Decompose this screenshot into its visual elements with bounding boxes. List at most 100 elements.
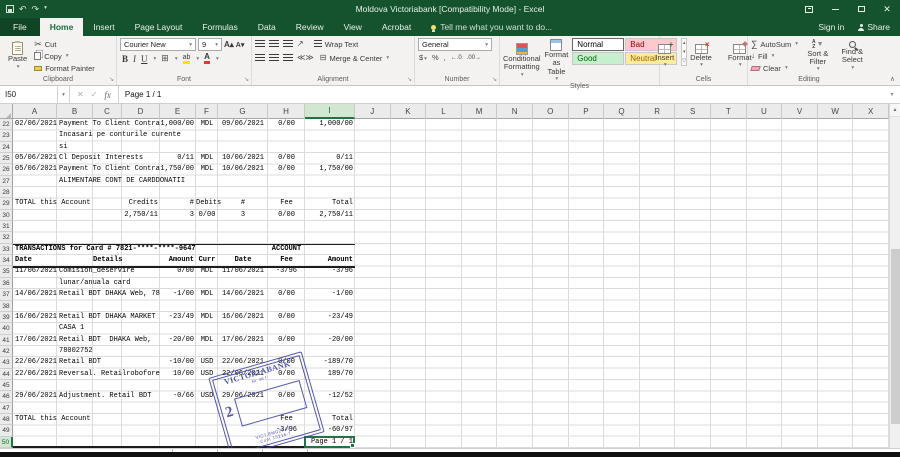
column-header-W[interactable]: W	[818, 104, 854, 119]
column-header-J[interactable]: J	[355, 104, 391, 119]
cell-E46[interactable]: -0/66	[160, 391, 196, 402]
cell-A46[interactable]: 29/06/2021	[13, 391, 57, 402]
cell-B26[interactable]: Payment To Client Contract	[57, 164, 160, 175]
cell-H22[interactable]: 0/00	[268, 119, 305, 130]
save-icon[interactable]	[6, 5, 14, 13]
cell-E43[interactable]: -10/00	[160, 357, 196, 368]
alignment-dialog-launcher[interactable]: ↘	[407, 77, 412, 83]
cell-G39[interactable]: 16/06/2021	[218, 312, 268, 323]
cell-H39[interactable]: 0/00	[268, 312, 305, 323]
font-color-button[interactable]: A	[204, 53, 210, 64]
cell-E44[interactable]: 10/00	[160, 369, 196, 380]
conditional-formatting-button[interactable]: Conditional Formatting ▾	[503, 38, 541, 83]
cell-I43[interactable]: -189/70	[305, 357, 355, 368]
cell-B43[interactable]: Retail BDT	[57, 357, 122, 368]
autosum-button[interactable]: ∑ AutoSum ▾	[751, 38, 798, 50]
cell-B42[interactable]: 78002752	[57, 346, 93, 357]
fill-color-button[interactable]: ab	[182, 54, 191, 64]
cell-E26[interactable]: 1,750/00	[160, 164, 196, 175]
cell-D29[interactable]: Credits	[122, 198, 160, 209]
align-middle-icon[interactable]	[269, 40, 279, 48]
format-painter-button[interactable]: Format Painter	[34, 62, 95, 74]
cell-E39[interactable]: -23/49	[160, 312, 196, 323]
row-header-29[interactable]: 29	[0, 198, 13, 210]
row-header-35[interactable]: 35	[0, 266, 13, 278]
font-name-select[interactable]: Courier New ▾	[120, 38, 196, 51]
underline-button[interactable]: U	[141, 54, 148, 64]
tab-formulas[interactable]: Formulas	[192, 18, 247, 36]
active-cell-selection[interactable]	[304, 435, 355, 448]
vertical-scrollbar[interactable]: ▲	[889, 104, 900, 448]
row-header-27[interactable]: 27	[0, 175, 13, 188]
cell-E22[interactable]: 1,000/00	[160, 119, 196, 130]
number-dialog-launcher[interactable]: ↘	[492, 77, 497, 83]
row-header-36[interactable]: 36	[0, 277, 13, 290]
row-header-49[interactable]: 49	[0, 425, 13, 437]
increase-decimal-icon[interactable]: ←.0	[451, 55, 462, 61]
paste-button[interactable]: Paste ▾	[3, 38, 32, 74]
row-header-24[interactable]: 24	[0, 141, 13, 154]
cell-A22[interactable]: 02/06/2021	[13, 119, 57, 130]
row-header-31[interactable]: 31	[0, 221, 13, 233]
cell-F30[interactable]: 0/00	[196, 210, 218, 221]
column-header-D[interactable]: D	[122, 104, 160, 119]
cell-G25[interactable]: 10/06/2021	[218, 153, 268, 164]
confirm-entry-icon[interactable]: ✓	[91, 90, 98, 99]
cell-G26[interactable]: 10/06/2021	[218, 164, 268, 175]
wrap-text-button[interactable]: Wrap Text	[313, 38, 358, 50]
cell-B39[interactable]: Retail BDT DHAKA MARKET EX	[57, 312, 160, 323]
ribbon-display-options-button[interactable]	[796, 0, 822, 18]
cell-B37[interactable]: Retail BDT DHAKA Web, 7800	[57, 289, 160, 300]
cell-A26[interactable]: 05/06/2021	[13, 164, 57, 175]
clear-button[interactable]: Clear ▾	[750, 62, 798, 74]
cell-I37[interactable]: -1/00	[305, 289, 355, 300]
shrink-font-button[interactable]: A▾	[236, 41, 245, 49]
row-header-46[interactable]: 46	[0, 391, 13, 403]
cell-I25[interactable]: 0/11	[305, 153, 355, 164]
clipboard-dialog-launcher[interactable]: ↘	[109, 77, 114, 83]
cell-F34[interactable]: Curr	[196, 255, 218, 266]
cell-A33[interactable]: TRANSACTIONS for Card # 7821-****-****-9…	[13, 244, 268, 255]
cell-E29[interactable]: #	[160, 198, 196, 209]
format-as-table-button[interactable]: Format as Table ▾	[545, 38, 568, 83]
cell-B41[interactable]: Retail BDT DHAKA Web,	[57, 335, 160, 346]
close-button[interactable]: ✕	[874, 0, 900, 18]
align-right-icon[interactable]	[283, 54, 293, 62]
column-header-K[interactable]: K	[391, 104, 427, 119]
row-header-26[interactable]: 26	[0, 164, 13, 176]
row-header-34[interactable]: 34	[0, 255, 13, 267]
cell-H37[interactable]: 0/00	[268, 289, 305, 300]
cell-I30[interactable]: 2,750/11	[305, 210, 355, 221]
cell-I34[interactable]: Amount	[305, 255, 355, 266]
sort-filter-button[interactable]: A Z ▼ Sort & Filter ▾	[803, 38, 832, 74]
cell-I26[interactable]: 1,750/00	[305, 164, 355, 175]
select-all-corner[interactable]	[0, 104, 13, 119]
expand-formula-bar-icon[interactable]: ▾	[884, 86, 900, 103]
scrollbar-thumb[interactable]	[891, 249, 900, 424]
borders-button[interactable]: ⊞	[161, 54, 169, 63]
row-header-22[interactable]: 22	[0, 119, 13, 131]
font-dialog-launcher[interactable]: ↘	[244, 77, 249, 83]
insert-cells-button[interactable]: Insert ▾	[650, 38, 679, 74]
cell-G41[interactable]: 17/06/2021	[218, 335, 268, 346]
fill-button[interactable]: ↓ Fill ▾	[751, 50, 798, 62]
row-header-43[interactable]: 43	[0, 357, 13, 369]
row-header-50[interactable]: 50	[0, 436, 13, 448]
cell-A48[interactable]: TOTAL this Account	[13, 414, 122, 425]
row-header-41[interactable]: 41	[0, 334, 13, 346]
minimize-button[interactable]	[822, 0, 848, 18]
grow-font-button[interactable]: A▴	[224, 40, 234, 49]
cancel-entry-icon[interactable]: ✕	[77, 90, 84, 99]
row-header-25[interactable]: 25	[0, 153, 13, 165]
column-header-U[interactable]: U	[747, 104, 783, 119]
cell-G37[interactable]: 14/06/2021	[218, 289, 268, 300]
cell-A39[interactable]: 16/06/2021	[13, 312, 57, 323]
cell-B22[interactable]: Payment To Client Contract	[57, 119, 160, 130]
cell-H41[interactable]: 0/00	[268, 335, 305, 346]
cell-grid[interactable]: VICTORIABANK Nr. 38 f 2 VICT.BMD2X463 Co…	[0, 119, 889, 448]
sign-in-link[interactable]: Sign in	[818, 22, 844, 32]
cell-G30[interactable]: 3	[218, 210, 268, 221]
cell-B36[interactable]: lunar/anuala card	[57, 278, 160, 289]
accounting-format-icon[interactable]: $▾	[419, 53, 427, 62]
row-header-44[interactable]: 44	[0, 368, 13, 380]
